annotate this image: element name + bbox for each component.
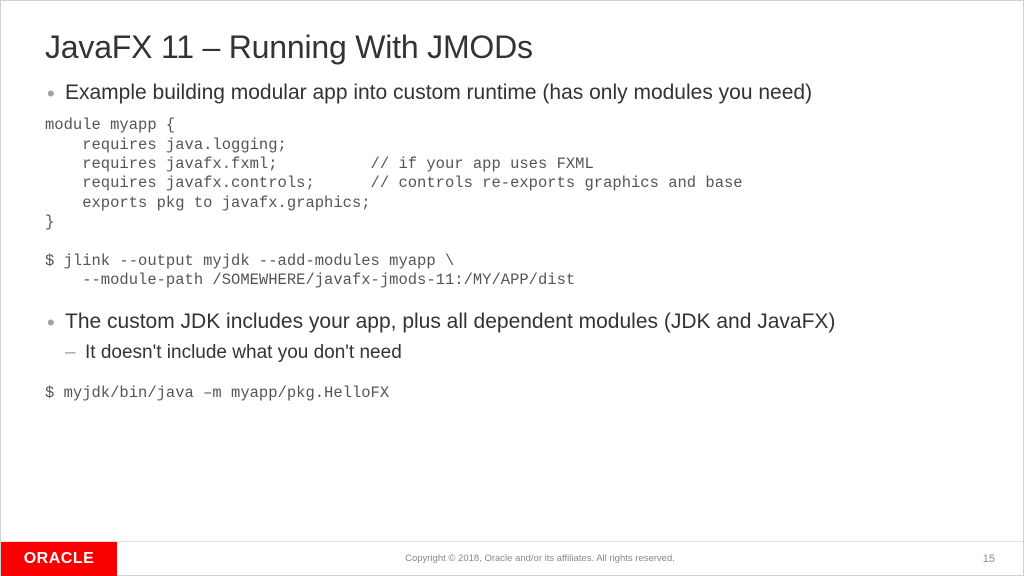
code-block-module: module myapp { requires java.logging; re… — [45, 116, 979, 290]
sub-bullet-text: It doesn't include what you don't need — [85, 342, 402, 363]
sub-bullet-item: It doesn't include what you don't need — [65, 341, 979, 366]
bullet-list: The custom JDK includes your app, plus a… — [45, 309, 979, 366]
oracle-logo: ORACLE — [1, 542, 117, 576]
bullet-list: Example building modular app into custom… — [45, 80, 979, 106]
slide: JavaFX 11 – Running With JMODs Example b… — [0, 0, 1024, 576]
footer: ORACLE Copyright © 2018, Oracle and/or i… — [1, 541, 1023, 575]
slide-content: JavaFX 11 – Running With JMODs Example b… — [1, 1, 1023, 402]
copyright-text: Copyright © 2018, Oracle and/or its affi… — [117, 553, 963, 564]
bullet-text: The custom JDK includes your app, plus a… — [65, 310, 835, 333]
page-number: 15 — [963, 553, 1023, 565]
sub-bullet-list: It doesn't include what you don't need — [65, 341, 979, 366]
bullet-item: Example building modular app into custom… — [45, 80, 979, 106]
slide-title: JavaFX 11 – Running With JMODs — [45, 29, 979, 66]
code-block-run: $ myjdk/bin/java –m myapp/pkg.HelloFX — [45, 384, 979, 402]
bullet-text: Example building modular app into custom… — [65, 81, 812, 104]
logo-text: ORACLE — [24, 550, 95, 568]
bullet-item: The custom JDK includes your app, plus a… — [45, 309, 979, 366]
